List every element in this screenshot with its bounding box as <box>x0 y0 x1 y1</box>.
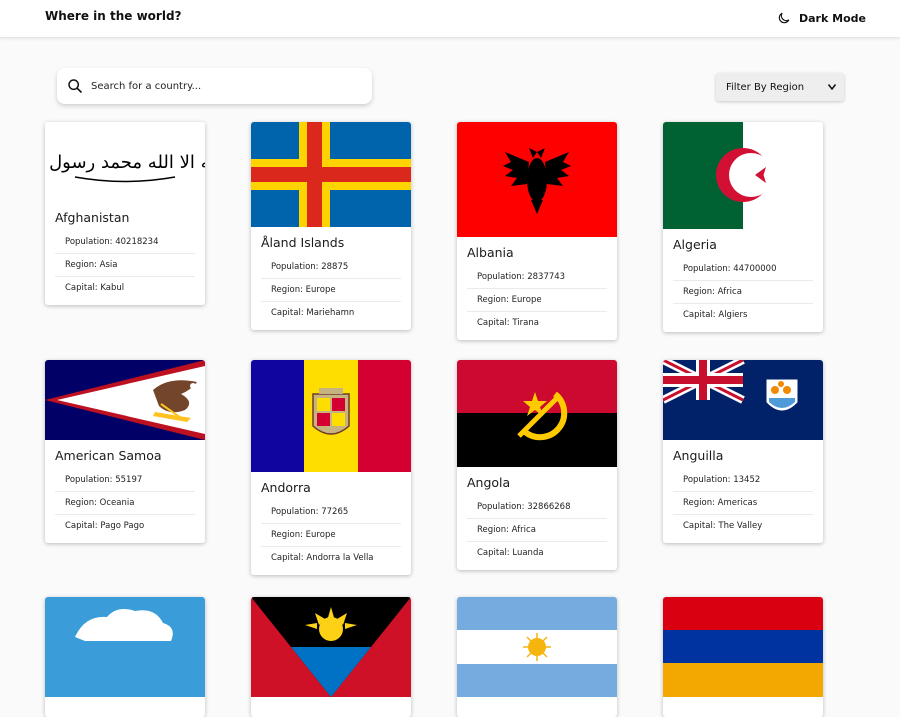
country-card-american-samoa[interactable]: American Samoa Population: 55197 Region:… <box>45 360 205 543</box>
country-card-argentina[interactable] <box>457 597 617 717</box>
card-body <box>457 697 617 717</box>
country-card-armenia[interactable] <box>663 597 823 717</box>
search-icon <box>68 79 82 93</box>
population-row: Population: 2837743 <box>467 266 607 289</box>
capital-row: Capital: Tirana <box>477 318 539 328</box>
aland-islands-flag <box>251 122 411 227</box>
region-row: Region: Oceania <box>55 492 195 515</box>
afghanistan-flag: لا اله الا الله محمد رسول الله <box>45 122 205 202</box>
capital-row: Capital: Pago Pago <box>65 521 145 531</box>
algeria-flag <box>663 122 823 229</box>
search-input[interactable] <box>91 80 341 92</box>
dark-mode-toggle[interactable]: Dark Mode <box>777 11 866 25</box>
albania-flag <box>457 122 617 237</box>
armenia-flag <box>663 597 823 697</box>
country-card-afghanistan[interactable]: لا اله الا الله محمد رسول الله Afghanist… <box>45 122 205 305</box>
country-name: Åland Islands <box>261 235 345 250</box>
country-card-algeria[interactable]: Algeria Population: 44700000 Region: Afr… <box>663 122 823 332</box>
app-title: Where in the world? <box>45 9 182 23</box>
country-name: Angola <box>467 475 511 490</box>
region-row: Region: Africa <box>467 519 607 542</box>
andorra-flag <box>251 360 411 472</box>
anguilla-flag <box>663 360 823 440</box>
country-name: Algeria <box>673 237 717 252</box>
region-row: Region: Americas <box>673 492 813 515</box>
dark-mode-label: Dark Mode <box>799 11 866 25</box>
card-body: Algeria Population: 44700000 Region: Afr… <box>663 229 823 332</box>
svg-text:لا اله الا الله محمد رسول الله: لا اله الا الله محمد رسول الله <box>45 152 205 173</box>
population-row: Population: 77265 <box>261 501 401 524</box>
country-card-antigua-and-barbuda[interactable] <box>251 597 411 717</box>
country-card-angola[interactable]: Angola Population: 32866268 Region: Afri… <box>457 360 617 570</box>
card-body <box>45 697 205 717</box>
top-header: Where in the world? Dark Mode <box>0 0 900 38</box>
country-card-aland-islands[interactable]: Åland Islands Population: 28875 Region: … <box>251 122 411 330</box>
capital-row: Capital: Mariehamn <box>271 308 355 318</box>
card-body <box>663 697 823 717</box>
search-box[interactable] <box>57 68 372 104</box>
country-name: American Samoa <box>55 448 162 463</box>
card-body: Anguilla Population: 13452 Region: Ameri… <box>663 440 823 543</box>
country-card-antarctica[interactable] <box>45 597 205 717</box>
population-row: Population: 28875 <box>261 256 401 279</box>
antigua-and-barbuda-flag <box>251 597 411 697</box>
region-row: Region: Europe <box>261 279 401 302</box>
region-filter-label: Filter By Region <box>726 81 805 93</box>
angola-flag <box>457 360 617 467</box>
country-name: Albania <box>467 245 514 260</box>
moon-icon <box>778 12 790 24</box>
capital-row: Capital: Andorra la Vella <box>271 553 374 563</box>
region-row: Region: Africa <box>673 281 813 304</box>
region-row: Region: Europe <box>467 289 607 312</box>
country-name: Afghanistan <box>55 210 130 225</box>
antarctica-flag <box>45 597 205 697</box>
capital-row: Capital: The Valley <box>683 521 763 531</box>
region-row: Region: Asia <box>55 254 195 277</box>
population-row: Population: 55197 <box>55 469 195 492</box>
country-card-anguilla[interactable]: Anguilla Population: 13452 Region: Ameri… <box>663 360 823 543</box>
card-body: American Samoa Population: 55197 Region:… <box>45 440 205 543</box>
population-row: Population: 44700000 <box>673 258 813 281</box>
card-body: Andorra Population: 77265 Region: Europe… <box>251 472 411 575</box>
american-samoa-flag <box>45 360 205 440</box>
argentina-flag <box>457 597 617 697</box>
card-body <box>251 697 411 717</box>
country-name: Anguilla <box>673 448 724 463</box>
card-body: Afghanistan Population: 40218234 Region:… <box>45 202 205 305</box>
capital-row: Capital: Luanda <box>477 548 544 558</box>
chevron-down-icon <box>828 84 836 90</box>
population-row: Population: 13452 <box>673 469 813 492</box>
region-filter-select[interactable]: Filter By Region <box>716 73 844 101</box>
population-row: Population: 32866268 <box>467 496 607 519</box>
card-body: Albania Population: 2837743 Region: Euro… <box>457 237 617 340</box>
capital-row: Capital: Algiers <box>683 310 748 320</box>
card-body: Angola Population: 32866268 Region: Afri… <box>457 467 617 570</box>
card-body: Åland Islands Population: 28875 Region: … <box>251 227 411 330</box>
population-row: Population: 40218234 <box>55 231 195 254</box>
capital-row: Capital: Kabul <box>65 283 125 293</box>
country-card-andorra[interactable]: Andorra Population: 77265 Region: Europe… <box>251 360 411 575</box>
region-row: Region: Europe <box>261 524 401 547</box>
country-card-albania[interactable]: Albania Population: 2837743 Region: Euro… <box>457 122 617 340</box>
country-name: Andorra <box>261 480 311 495</box>
